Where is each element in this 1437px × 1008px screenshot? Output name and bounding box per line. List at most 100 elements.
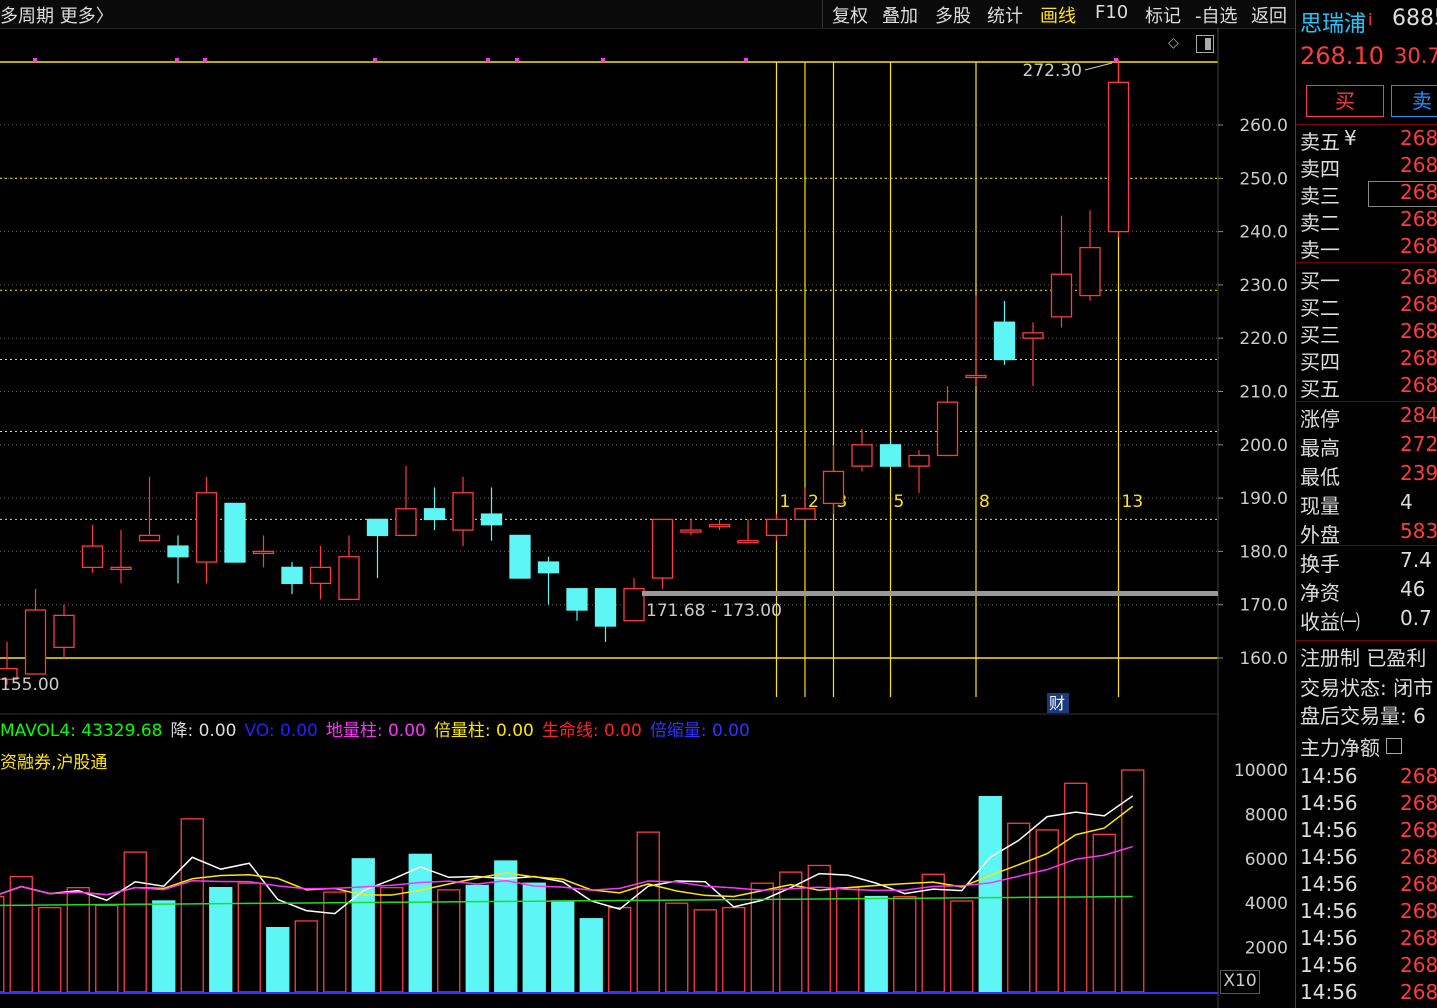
volume-bar (864, 895, 888, 993)
candle-body (566, 588, 588, 611)
tab-f10[interactable]: F10 (1095, 2, 1128, 23)
candle-body (224, 502, 246, 563)
volume-bar (380, 887, 404, 993)
diamond-icon[interactable]: ◇ (1168, 35, 1184, 51)
candle-body (822, 470, 845, 505)
event-marker: 财 (1049, 694, 1065, 713)
price-range-band (642, 591, 1218, 596)
candle-body (281, 566, 303, 585)
tab-rights-adjust[interactable]: 复权 (832, 2, 868, 28)
candle-body (110, 566, 132, 571)
list-icon[interactable] (1386, 738, 1402, 754)
sell-button[interactable]: 卖 (1391, 85, 1437, 117)
stat-value: 583 (1400, 519, 1437, 543)
volume-bar (636, 831, 660, 993)
main-flow-label[interactable]: 主力净额 (1300, 732, 1380, 760)
low-price-label: 155.00 (0, 675, 59, 695)
tab-mark[interactable]: 标记 (1145, 2, 1181, 28)
tab-watchlist[interactable]: -自选 (1195, 2, 1238, 28)
candle-body (138, 534, 161, 542)
panel-toggle-icon[interactable] (1196, 35, 1214, 53)
cycle-label: 1 (780, 492, 791, 512)
tick-price: 268 (1400, 926, 1437, 950)
candle-body (594, 588, 617, 627)
volume-scale-label[interactable]: X10 (1220, 970, 1260, 994)
pin-marker (601, 58, 605, 62)
candle-body (81, 545, 104, 569)
divider (1296, 262, 1437, 263)
volume-bar (921, 873, 945, 993)
legend-item: 降: 0.00 (170, 721, 237, 741)
book-label: 卖一 (1300, 238, 1340, 262)
book-price: 268 (1400, 346, 1437, 370)
book-label: 买二 (1300, 296, 1340, 320)
volume-tick-label: 4000 (1245, 894, 1288, 914)
volume-tick-label: 6000 (1245, 850, 1288, 870)
volume-bar (437, 889, 461, 993)
volume-bar (1092, 833, 1116, 993)
pin-marker (744, 58, 748, 62)
legend-item: 生命线: 0.00 (541, 721, 642, 741)
kline-chart[interactable]: 260.0 250.0 240.0 230.0 220.0 210.0 200.0 190.0… (0, 28, 1295, 1008)
tab-overlay[interactable]: 叠加 (882, 2, 918, 28)
legend-item: 倍缩量: 0.00 (649, 721, 750, 741)
candle-body (1079, 246, 1101, 297)
volume-bar (180, 818, 204, 993)
tick-price: 268 (1400, 872, 1437, 896)
price-tick-label: 210.0 (1239, 383, 1288, 403)
stat-value: 239 (1400, 461, 1437, 485)
price-tick-label: 240.0 (1239, 223, 1288, 243)
candle-body (195, 492, 218, 563)
volume-bar (266, 926, 290, 993)
candle-body (794, 508, 816, 521)
candle-body (366, 518, 389, 537)
stat-value: 46 (1400, 577, 1426, 601)
divider (1296, 124, 1437, 125)
info-icon[interactable]: i (1368, 10, 1372, 29)
volume-bar (237, 882, 261, 993)
pin-marker (203, 58, 207, 62)
cycle-label: 5 (894, 492, 905, 512)
volume-tick-label: 2000 (1245, 939, 1288, 959)
registration-status: 注册制 已盈利 (1300, 646, 1427, 670)
range-label: 171.68 - 173.00 (646, 601, 782, 621)
volume-tick-label: 10000 (1234, 761, 1288, 781)
tick-time: 14:56 (1300, 899, 1358, 923)
candle-body (765, 518, 788, 537)
volume-bar (95, 904, 119, 993)
volume-bar (9, 875, 33, 993)
after-hours-volume: 盘后交易量: 6 (1300, 704, 1426, 728)
volume-bar (66, 887, 90, 993)
volume-bar (522, 882, 546, 993)
tab-draw-line[interactable]: 画线 (1040, 2, 1076, 28)
legend-item: MAVOL4: 43329.68 (0, 721, 163, 741)
legend-item: VO: 0.00 (244, 721, 318, 741)
buy-button[interactable]: 买 (1306, 85, 1384, 117)
candle-body (1050, 273, 1073, 318)
candle-body (993, 321, 1016, 361)
price-tick-label: 260.0 (1239, 116, 1288, 136)
candle-body (24, 609, 47, 675)
tick-time: 14:56 (1300, 980, 1358, 1004)
volume-tick-label: 8000 (1245, 805, 1288, 825)
price-tick-label: 180.0 (1239, 542, 1288, 562)
tick-time: 14:56 (1300, 926, 1358, 950)
volume-bar (693, 909, 717, 993)
period-menu[interactable]: 多周期 更多〉 (0, 2, 114, 28)
volume-bar (665, 902, 689, 993)
pin-marker (175, 58, 179, 62)
volume-bar (152, 900, 176, 993)
divider (1296, 640, 1437, 641)
tick-price: 268 (1400, 899, 1437, 923)
volume-bar (0, 895, 5, 993)
back-button[interactable]: 返回 (1251, 2, 1287, 28)
book-label: 卖三 (1300, 184, 1340, 208)
tab-statistics[interactable]: 统计 (987, 2, 1023, 28)
cycle-lines[interactable]: 1235813 (775, 62, 1144, 697)
candle-body (452, 492, 474, 531)
pin-marker (373, 58, 377, 62)
selected-level-box[interactable] (1368, 181, 1437, 207)
price-change: 30.7 (1394, 44, 1437, 68)
tab-multi-stock[interactable]: 多股 (935, 2, 971, 28)
tags-line: 资融券,沪股通 (0, 753, 108, 773)
